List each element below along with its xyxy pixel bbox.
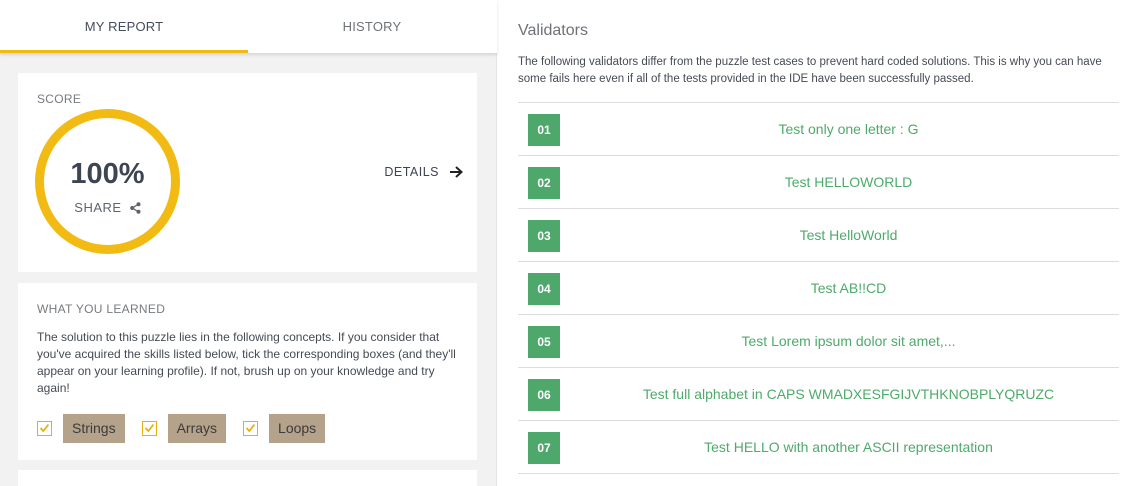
validators-description: The following validators differ from the…: [518, 56, 1102, 85]
tab-my-report[interactable]: MY REPORT: [0, 0, 248, 53]
skill-tag-arrays: Arrays: [167, 414, 227, 443]
validators-panel: Validators The following validators diff…: [498, 0, 1136, 486]
validator-number: 05: [528, 326, 560, 358]
validator-name: Test Lorem ipsum dolor sit amet,...: [741, 333, 956, 349]
learned-description: The solution to this puzzle lies in the …: [37, 330, 456, 395]
report-panel: MY REPORT HISTORY SCORE 100% SHARE DETAI…: [0, 0, 497, 486]
validator-row[interactable]: 05 Test Lorem ipsum dolor sit amet,...: [518, 315, 1119, 368]
details-label: DETAILS: [384, 165, 439, 179]
checkmark-icon: [144, 423, 154, 433]
report-tabs: MY REPORT HISTORY: [0, 0, 497, 53]
score-ring: 100% SHARE: [35, 109, 180, 254]
share-button[interactable]: SHARE: [44, 200, 171, 215]
validator-number: 02: [528, 167, 560, 199]
share-label: SHARE: [74, 200, 122, 215]
validator-row[interactable]: 01 Test only one letter : G: [518, 103, 1119, 156]
validator-row[interactable]: 06 Test full alphabet in CAPS WMADXESFGI…: [518, 368, 1119, 421]
validator-number: 04: [528, 273, 560, 305]
share-icon: [129, 202, 141, 214]
validator-number: 03: [528, 220, 560, 252]
score-value: 100%: [70, 158, 145, 190]
skill-checkbox-strings[interactable]: [37, 421, 52, 436]
validator-name: Test only one letter : G: [778, 121, 919, 137]
validator-name: Test HELLOWORLD: [784, 174, 913, 190]
skill-checkbox-arrays[interactable]: [141, 421, 157, 436]
details-link[interactable]: DETAILS: [384, 165, 463, 179]
validator-number: 07: [528, 432, 560, 464]
skills-list: Strings Arrays Loops: [37, 414, 342, 443]
validators-title: Validators: [518, 22, 588, 39]
validator-row[interactable]: 04 Test AB!!CD: [518, 262, 1119, 315]
score-title: SCORE: [37, 92, 82, 106]
validator-name: Test full alphabet in CAPS WMADXESFGIJVT…: [642, 386, 1055, 402]
next-card: [18, 470, 477, 486]
validator-row[interactable]: 07 Test HELLO with another ASCII represe…: [518, 421, 1119, 474]
skill-tag-loops: Loops: [269, 414, 326, 443]
validator-row[interactable]: 03 Test HelloWorld: [518, 209, 1119, 262]
skill-tag-strings: Strings: [63, 414, 125, 443]
checkmark-icon: [245, 423, 256, 433]
score-card: SCORE 100% SHARE DETAILS: [18, 73, 477, 272]
validator-name: Test HelloWorld: [799, 227, 898, 243]
validator-name: Test HELLO with another ASCII representa…: [704, 439, 993, 455]
learned-card: WHAT YOU LEARNED The solution to this pu…: [18, 283, 477, 460]
arrow-right-icon: [450, 166, 463, 178]
validators-list: 01 Test only one letter : G 02 Test HELL…: [518, 102, 1119, 474]
validator-number: 06: [528, 379, 560, 411]
checkmark-icon: [39, 423, 50, 433]
validator-number: 01: [528, 114, 560, 146]
validator-row[interactable]: 02 Test HELLOWORLD: [518, 156, 1119, 209]
validator-name: Test AB!!CD: [810, 280, 887, 296]
skill-checkbox-loops[interactable]: [243, 421, 259, 436]
tab-history[interactable]: HISTORY: [248, 0, 496, 53]
learned-title: WHAT YOU LEARNED: [37, 302, 166, 316]
